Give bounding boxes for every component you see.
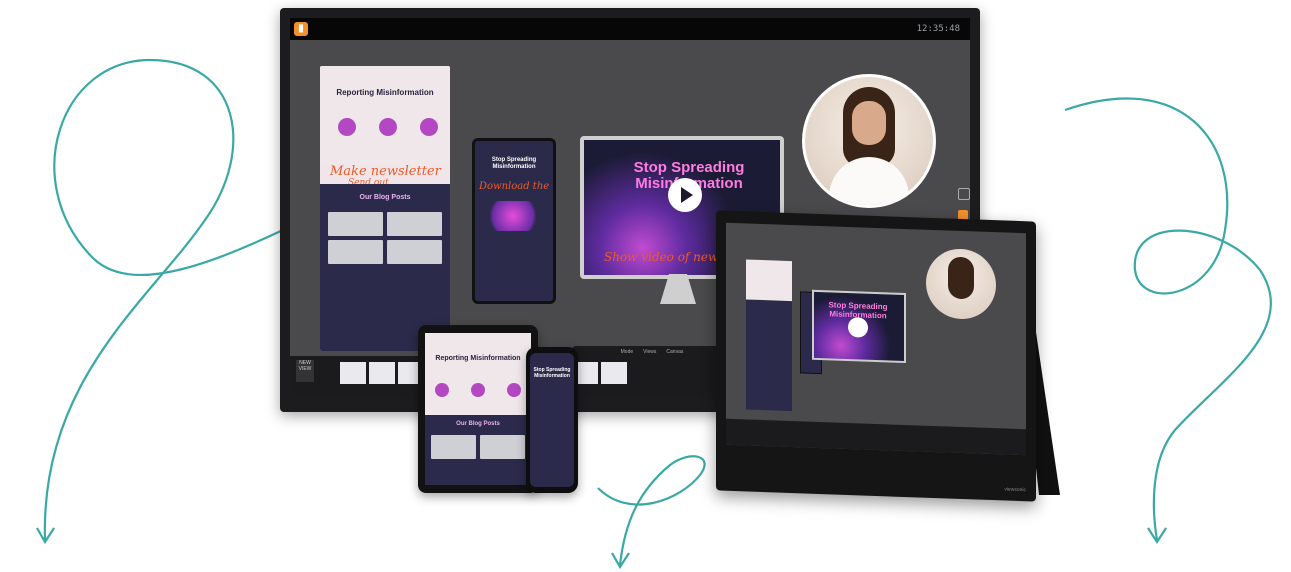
play-button-icon[interactable] bbox=[668, 178, 702, 212]
feature-circle-icon bbox=[471, 383, 485, 397]
phone-device: Stop Spreading Misinformation bbox=[526, 347, 578, 493]
portable-display: Stop Spreading Misinformation viewsonic bbox=[716, 210, 1036, 502]
page-thumbnail[interactable] bbox=[369, 362, 395, 384]
brand-label: viewsonic bbox=[1004, 486, 1026, 494]
document-header: Reporting Misinformation bbox=[320, 66, 450, 166]
play-button-icon[interactable] bbox=[848, 317, 868, 338]
presenter-face bbox=[852, 101, 886, 145]
tablet-screen: Reporting Misinformation Our Blog Posts bbox=[425, 333, 531, 485]
blog-thumbnail bbox=[480, 435, 525, 459]
newsletter-document[interactable]: Reporting Misinformation Make newsletter… bbox=[320, 66, 450, 351]
feature-circle-icon bbox=[420, 118, 438, 136]
feature-circle-icon bbox=[435, 383, 449, 397]
globe-icon[interactable] bbox=[958, 188, 970, 200]
blog-thumbnail bbox=[387, 240, 442, 264]
portable-document[interactable] bbox=[746, 259, 792, 412]
page-thumbnail[interactable] bbox=[340, 362, 366, 384]
blog-thumbnail bbox=[328, 240, 383, 264]
top-bar: ▮ 12:35:48 bbox=[290, 18, 970, 40]
tablet-device: Reporting Misinformation Our Blog Posts bbox=[418, 325, 538, 493]
blog-thumbnail bbox=[431, 435, 476, 459]
handwriting-note: Make newsletter bbox=[330, 164, 441, 179]
app-logo-icon[interactable]: ▮ bbox=[294, 22, 308, 36]
phone-screen: Stop Spreading Misinformation bbox=[530, 353, 574, 487]
feature-circle-icon bbox=[507, 383, 521, 397]
new-view-button[interactable]: NEW VIEW bbox=[296, 360, 314, 382]
feature-circle-icon bbox=[338, 118, 356, 136]
presenter-video[interactable] bbox=[802, 74, 936, 208]
feature-icons bbox=[338, 118, 438, 136]
blog-thumbnails bbox=[328, 212, 442, 264]
mobile-document[interactable]: Stop Spreading Misinformation Download t… bbox=[472, 138, 556, 304]
phone-title: Stop Spreading Misinformation bbox=[533, 367, 571, 379]
portable-dock bbox=[726, 418, 1026, 456]
handwriting-note: Show video of news bbox=[604, 250, 725, 264]
blog-thumbnail bbox=[328, 212, 383, 236]
gradient-graphic bbox=[483, 201, 543, 231]
mobile-document-title: Stop Spreading Misinformation bbox=[491, 157, 537, 170]
blog-thumbnails bbox=[431, 435, 525, 459]
section-heading: Our Blog Posts bbox=[359, 194, 411, 201]
clock: 12:35:48 bbox=[916, 24, 960, 34]
tablet-dark-section: Our Blog Posts bbox=[425, 415, 531, 485]
section-heading: Our Blog Posts bbox=[456, 421, 500, 427]
handwriting-note: Download the bbox=[479, 181, 550, 192]
feature-icons bbox=[435, 383, 521, 397]
document-title: Reporting Misinformation bbox=[336, 88, 434, 97]
portable-presenter-video[interactable] bbox=[926, 247, 996, 321]
tablet-title: Reporting Misinformation bbox=[435, 355, 521, 362]
feature-circle-icon bbox=[379, 118, 397, 136]
blog-thumbnail bbox=[387, 212, 442, 236]
portable-screen: Stop Spreading Misinformation bbox=[726, 222, 1026, 456]
portable-video-monitor[interactable]: Stop Spreading Misinformation bbox=[812, 289, 906, 364]
presenter-body bbox=[829, 157, 909, 205]
page-thumbnail[interactable] bbox=[601, 362, 627, 384]
